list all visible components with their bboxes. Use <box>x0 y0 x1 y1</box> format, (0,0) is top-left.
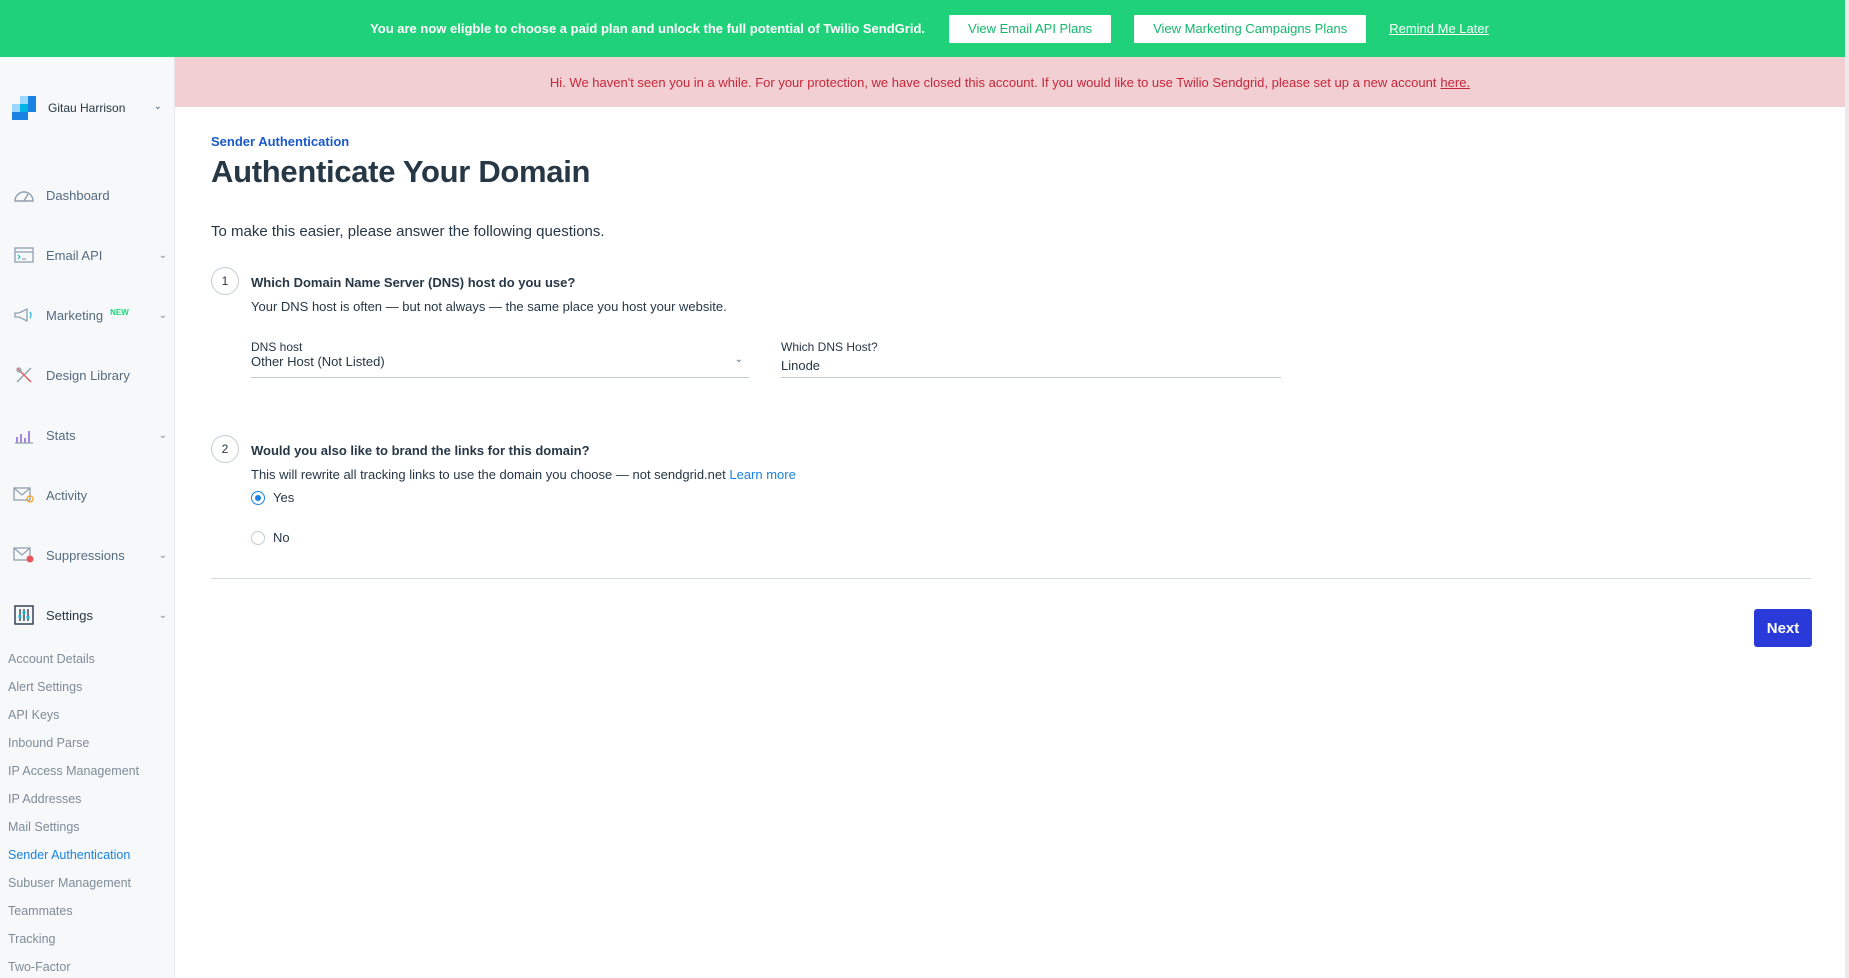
megaphone-icon <box>12 304 36 326</box>
radio-button-unchecked[interactable] <box>251 530 265 545</box>
view-email-api-plans-button[interactable]: View Email API Plans <box>949 14 1112 43</box>
new-account-link[interactable]: here. <box>1440 75 1470 90</box>
subnav-mail-settings[interactable]: Mail Settings <box>8 820 80 834</box>
subnav-subuser-management[interactable]: Subuser Management <box>8 876 131 890</box>
sidebar-item-label: Suppressions <box>46 547 125 563</box>
chevron-down-icon: ⌄ <box>158 429 167 441</box>
radio-label-no: No <box>273 530 290 545</box>
stats-icon <box>12 424 36 446</box>
subnav-teammates[interactable]: Teammates <box>8 904 73 918</box>
learn-more-link[interactable]: Learn more <box>729 467 795 482</box>
email-api-icon <box>12 244 36 266</box>
breadcrumb[interactable]: Sender Authentication <box>211 134 349 149</box>
chevron-down-icon: ⌄ <box>158 309 167 321</box>
dashboard-icon <box>12 184 36 206</box>
sidebar-item-design-library[interactable]: Design Library <box>12 360 167 390</box>
sidebar-item-marketing[interactable]: Marketing NEW ⌄ <box>12 300 167 330</box>
question-1-description: Your DNS host is often — but not always … <box>251 299 727 314</box>
which-dns-host-label: Which DNS Host? <box>781 340 878 354</box>
section-divider <box>211 578 1811 579</box>
subnav-account-details[interactable]: Account Details <box>8 652 95 666</box>
view-marketing-plans-button[interactable]: View Marketing Campaigns Plans <box>1134 14 1367 43</box>
sidebar-item-label: Marketing <box>46 307 104 323</box>
sidebar-item-activity[interactable]: Activity <box>12 480 167 510</box>
question-2-description-text: This will rewrite all tracking links to … <box>251 467 726 482</box>
which-dns-host-input[interactable] <box>781 354 1281 378</box>
chevron-down-icon: ⌄ <box>158 249 167 261</box>
radio-option-no[interactable]: No <box>251 530 290 545</box>
chevron-down-icon: ⌄ <box>158 609 167 621</box>
page-title: Authenticate Your Domain <box>211 154 591 189</box>
subnav-tracking[interactable]: Tracking <box>8 932 55 946</box>
activity-icon <box>12 484 36 506</box>
intro-text: To make this easier, please answer the f… <box>211 223 605 240</box>
radio-option-yes[interactable]: Yes <box>251 490 294 505</box>
dns-host-label: DNS host <box>251 340 303 354</box>
subnav-sender-authentication[interactable]: Sender Authentication <box>8 848 130 862</box>
next-button[interactable]: Next <box>1754 609 1812 647</box>
question-2-description: This will rewrite all tracking links to … <box>251 467 796 482</box>
question-2-title: Would you also like to brand the links f… <box>251 443 590 458</box>
sidebar-item-suppressions[interactable]: Suppressions ⌄ <box>12 540 167 570</box>
radio-button-checked[interactable] <box>251 490 265 505</box>
upgrade-banner: You are now eligble to choose a paid pla… <box>0 0 1849 57</box>
remind-me-later-link[interactable]: Remind Me Later <box>1389 21 1489 36</box>
chevron-down-icon: ⌄ <box>153 101 162 112</box>
sidebar-item-label: Activity <box>46 487 88 503</box>
design-library-icon <box>12 364 36 386</box>
sidebar-item-stats[interactable]: Stats ⌄ <box>12 420 167 450</box>
step-number-2: 2 <box>211 435 239 463</box>
question-1-title: Which Domain Name Server (DNS) host do y… <box>251 275 576 290</box>
sidebar-item-label: Design Library <box>46 367 130 383</box>
subnav-alert-settings[interactable]: Alert Settings <box>8 680 82 694</box>
account-name: Gitau Harrison <box>48 101 126 115</box>
chevron-down-icon: ⌄ <box>734 354 743 365</box>
sidebar-item-settings[interactable]: Settings ⌄ <box>12 600 167 630</box>
dns-host-selected-value: Other Host (Not Listed) <box>251 354 385 369</box>
sidebar-item-label: Stats <box>46 427 76 443</box>
step-number-1: 1 <box>211 267 239 295</box>
sendgrid-logo-icon <box>12 96 36 120</box>
subnav-api-keys[interactable]: API Keys <box>8 708 59 722</box>
chevron-down-icon: ⌄ <box>158 549 167 561</box>
upgrade-message: You are now eligble to choose a paid pla… <box>370 21 926 36</box>
dns-host-select[interactable]: Other Host (Not Listed) ⌄ <box>251 354 749 378</box>
new-badge: NEW <box>110 307 129 317</box>
scrollbar[interactable] <box>1845 0 1849 978</box>
sidebar: Gitau Harrison ⌄ Dashboard Email API ⌄ M… <box>0 57 175 978</box>
subnav-two-factor[interactable]: Two-Factor <box>8 960 71 974</box>
sidebar-item-dashboard[interactable]: Dashboard <box>12 180 167 210</box>
subnav-inbound-parse[interactable]: Inbound Parse <box>8 736 89 750</box>
account-closed-alert: Hi. We haven't seen you in a while. For … <box>175 57 1845 107</box>
settings-icon <box>12 604 36 626</box>
subnav-ip-addresses[interactable]: IP Addresses <box>8 792 81 806</box>
subnav-ip-access-management[interactable]: IP Access Management <box>8 764 139 778</box>
account-switcher[interactable]: Gitau Harrison ⌄ <box>12 95 162 121</box>
sidebar-item-label: Settings <box>46 607 93 623</box>
suppressions-icon <box>12 544 36 566</box>
radio-label-yes: Yes <box>273 490 295 505</box>
sidebar-item-label: Email API <box>46 247 103 263</box>
sidebar-item-label: Dashboard <box>46 187 110 203</box>
alert-message: Hi. We haven't seen you in a while. For … <box>549 74 1437 90</box>
sidebar-item-email-api[interactable]: Email API ⌄ <box>12 240 167 270</box>
